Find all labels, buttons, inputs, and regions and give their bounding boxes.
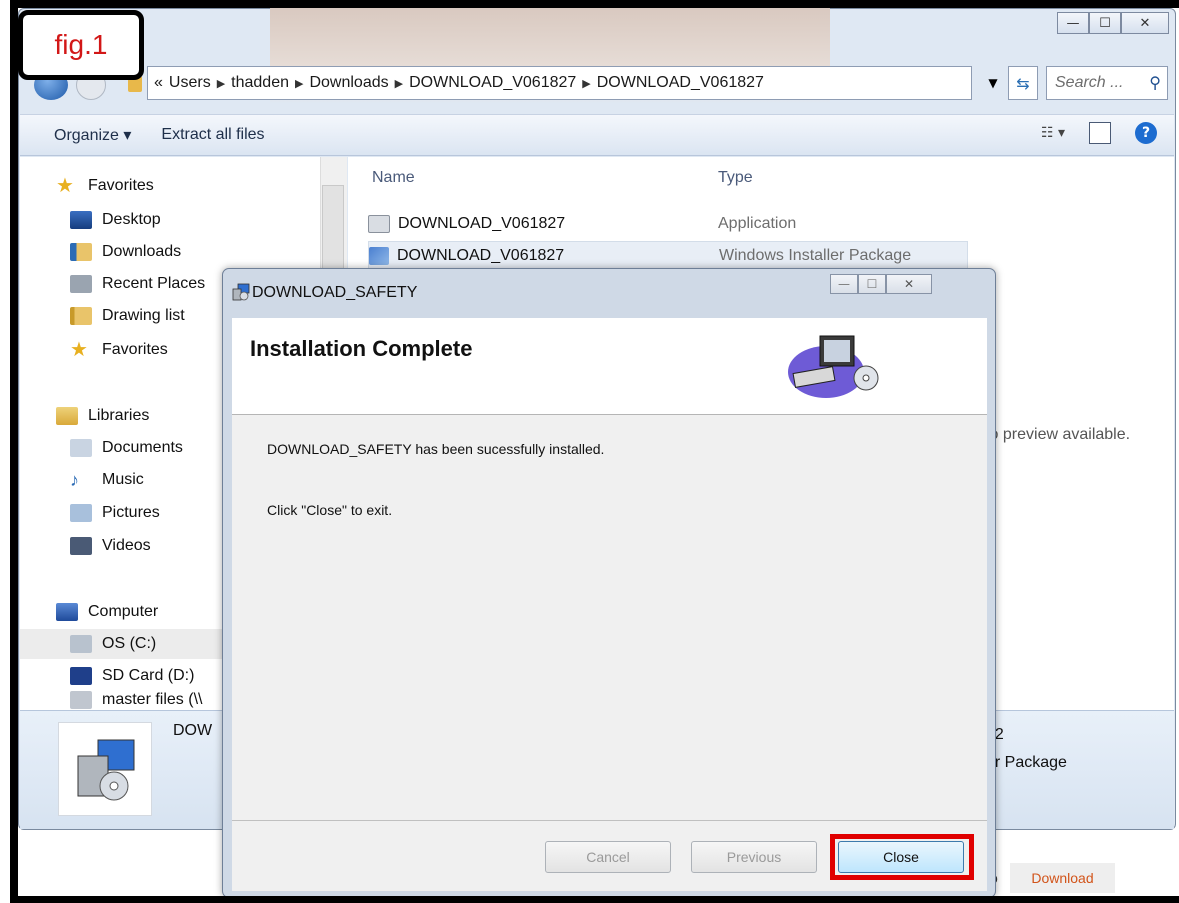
- nav-favorites[interactable]: ★ Favorites: [20, 171, 320, 201]
- highlight-box: [830, 834, 974, 880]
- dialog-close-x-button[interactable]: ✕: [886, 274, 932, 294]
- cancel-button[interactable]: Cancel: [545, 841, 671, 873]
- star-icon: ★: [56, 175, 74, 197]
- nav-music-label: Music: [102, 471, 144, 488]
- videos-icon: [70, 537, 92, 555]
- recent-places-icon: [70, 275, 92, 293]
- nav-favorites-label: Favorites: [88, 177, 154, 194]
- nav-sd-label: SD Card (D:): [102, 667, 195, 684]
- breadcrumb-overflow[interactable]: «: [154, 74, 163, 92]
- nav-drawing-label: Drawing list: [102, 307, 185, 324]
- file-type: Application: [718, 215, 797, 232]
- preview-message: lo preview available.: [986, 426, 1131, 443]
- dialog-instruction: Click "Close" to exit.: [267, 502, 393, 518]
- breadcrumb-users[interactable]: Users: [169, 74, 211, 92]
- dialog-window-controls: — ☐ ✕: [830, 274, 932, 294]
- breadcrumb-downloads[interactable]: Downloads: [309, 74, 388, 92]
- computer-illustration-icon: [786, 328, 886, 404]
- file-name: DOWNLOAD_V061827: [397, 247, 565, 264]
- extract-all-button[interactable]: Extract all files: [161, 126, 264, 144]
- dialog-minimize-button[interactable]: —: [830, 274, 858, 294]
- nav-pictures-label: Pictures: [102, 504, 160, 521]
- previous-button[interactable]: Previous: [691, 841, 817, 873]
- documents-icon: [70, 439, 92, 457]
- preview-pane-icon[interactable]: [1089, 122, 1111, 144]
- nav-os-label: OS (C:): [102, 635, 157, 652]
- search-placeholder: Search ...: [1055, 74, 1124, 91]
- file-row[interactable]: DOWNLOAD_V061827 Application: [368, 209, 968, 239]
- dialog-success-message: DOWNLOAD_SAFETY has been sucessfully ins…: [267, 441, 605, 457]
- installer-icon: [77, 739, 135, 801]
- breadcrumb-thadden[interactable]: thadden: [231, 74, 289, 92]
- maximize-button[interactable]: ☐: [1089, 12, 1121, 34]
- desktop-icon: [70, 211, 92, 229]
- nav-desktop-label: Desktop: [102, 211, 161, 228]
- nav-desktop[interactable]: Desktop: [20, 205, 320, 235]
- installer-thumbnail: [58, 722, 152, 816]
- details-filename: DOW: [173, 722, 213, 739]
- chevron-right-icon[interactable]: ▶: [395, 77, 403, 90]
- nav-computer-label: Computer: [88, 603, 159, 620]
- file-name: DOWNLOAD_V061827: [398, 215, 566, 232]
- dialog-title: DOWNLOAD_SAFETY: [252, 284, 418, 301]
- breadcrumb-download-subfolder[interactable]: DOWNLOAD_V061827: [597, 74, 764, 92]
- downloads-folder-icon: [70, 243, 92, 261]
- close-window-button[interactable]: ✕: [1121, 12, 1169, 34]
- breadcrumb-download-folder[interactable]: DOWNLOAD_V061827: [409, 74, 576, 92]
- nav-recent-label: Recent Places: [102, 275, 206, 292]
- nav-downloads-label: Downloads: [102, 243, 182, 260]
- figure-label: fig.1: [18, 10, 144, 80]
- search-input[interactable]: Search ... ⚲: [1046, 66, 1168, 100]
- sd-card-icon: [70, 667, 92, 685]
- drive-icon: [70, 635, 92, 653]
- nav-videos-label: Videos: [102, 537, 151, 554]
- address-bar[interactable]: « Users ▶ thadden ▶ Downloads ▶ DOWNLOAD…: [147, 66, 972, 100]
- address-dropdown-icon[interactable]: ▼: [978, 66, 1008, 100]
- figure-label-text: fig.1: [54, 29, 108, 60]
- details-type: er Package: [986, 754, 1067, 771]
- figure-frame-top: [10, 0, 1179, 8]
- star-icon: ★: [70, 339, 88, 361]
- installer-icon: [369, 247, 389, 265]
- chevron-right-icon[interactable]: ▶: [295, 77, 303, 90]
- help-icon[interactable]: ?: [1135, 122, 1157, 144]
- nav-downloads[interactable]: Downloads: [20, 237, 320, 267]
- explorer-window-controls: — ☐ ✕: [1057, 12, 1169, 34]
- dialog-body: [232, 415, 987, 820]
- music-icon: ♪: [70, 470, 79, 490]
- installer-icon: [232, 283, 250, 301]
- organize-menu[interactable]: Organize ▾: [54, 125, 131, 145]
- nav-master-label: master files (\\: [102, 691, 203, 708]
- refresh-icon[interactable]: ⇆: [1008, 66, 1038, 100]
- pictures-icon: [70, 504, 92, 522]
- figure-frame-bottom: [10, 896, 1179, 903]
- folder-icon: [70, 307, 92, 325]
- search-icon[interactable]: ⚲: [1149, 73, 1161, 93]
- libraries-icon: [56, 407, 78, 425]
- command-bar-right: ☷ ▾ ?: [1041, 122, 1157, 144]
- column-name[interactable]: Name: [372, 169, 415, 187]
- minimize-button[interactable]: —: [1057, 12, 1089, 34]
- download-link[interactable]: Download: [1010, 863, 1115, 893]
- chevron-right-icon[interactable]: ▶: [217, 77, 225, 90]
- nav-documents-label: Documents: [102, 439, 183, 456]
- figure-frame-left: [10, 0, 18, 903]
- file-type: Windows Installer Package: [719, 247, 912, 264]
- column-type[interactable]: Type: [718, 169, 753, 187]
- nav-favorites2-label: Favorites: [102, 341, 168, 358]
- command-bar: Organize ▾ Extract all files: [20, 114, 1174, 156]
- network-drive-icon: [70, 691, 92, 709]
- nav-libraries-label: Libraries: [88, 407, 150, 424]
- application-icon: [368, 215, 390, 233]
- dialog-heading: Installation Complete: [250, 336, 473, 361]
- change-view-icon[interactable]: ☷ ▾: [1041, 125, 1065, 141]
- file-row-selected[interactable]: DOWNLOAD_V061827 Windows Installer Packa…: [368, 241, 968, 271]
- dialog-maximize-button[interactable]: ☐: [858, 274, 886, 294]
- computer-icon: [56, 603, 78, 621]
- chevron-right-icon[interactable]: ▶: [582, 77, 590, 90]
